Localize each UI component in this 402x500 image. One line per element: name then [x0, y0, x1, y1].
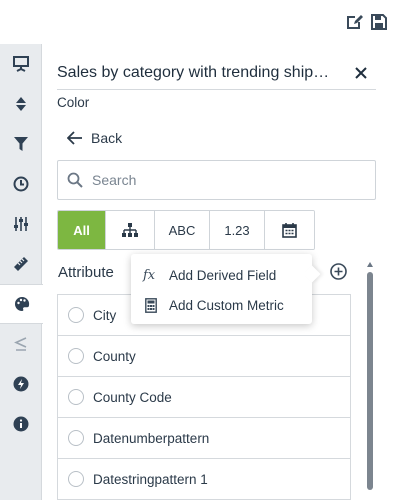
filter-date-button[interactable] [265, 211, 314, 249]
search-icon [58, 161, 92, 199]
list-item-label: County Code [93, 389, 172, 405]
calendar-icon [282, 222, 297, 238]
top-toolbar [0, 0, 402, 44]
add-button[interactable] [329, 262, 347, 280]
hierarchy-icon [122, 223, 138, 237]
menu-item-label: Add Derived Field [169, 267, 277, 283]
sliders-icon[interactable] [0, 204, 42, 244]
function-icon: fx [143, 267, 156, 283]
save-icon[interactable] [369, 12, 389, 32]
section-label: Attribute [58, 264, 114, 281]
radio-button[interactable] [68, 348, 84, 364]
ruler-icon[interactable] [0, 244, 42, 284]
radio-button[interactable] [68, 389, 84, 405]
list-item[interactable]: County Code [58, 377, 350, 418]
scrollbar[interactable] [365, 262, 375, 500]
list-item-label: City [93, 307, 117, 323]
filter-text-button[interactable]: ABC [155, 211, 210, 249]
less-equal-icon[interactable] [0, 324, 42, 364]
list-item-label: County [93, 348, 136, 364]
plus-circle-icon [329, 262, 347, 280]
filter-hierarchy-button[interactable] [106, 211, 155, 249]
add-field-popup: fx Add Derived Field Add Custom Metric [131, 254, 312, 324]
back-button[interactable]: Back [67, 128, 122, 148]
back-label: Back [91, 130, 123, 146]
filter-icon[interactable] [0, 124, 42, 164]
close-button[interactable] [351, 63, 371, 83]
list-item[interactable]: County [58, 336, 350, 377]
palette-icon[interactable] [0, 284, 43, 324]
sort-icon[interactable] [0, 84, 42, 124]
info-icon[interactable] [0, 404, 42, 444]
list-item[interactable]: Datestringpattern 1 [58, 459, 350, 500]
scrollbar-thumb[interactable] [367, 272, 373, 490]
presentation-icon[interactable] [0, 44, 42, 84]
radio-button[interactable] [68, 307, 84, 323]
list-item-label: Datestringpattern 1 [93, 471, 208, 487]
search-box [57, 160, 376, 200]
panel-subtitle: Color [57, 95, 90, 110]
calculator-icon [143, 297, 159, 313]
attribute-list: City County County Code Datenumberpatter… [57, 294, 351, 500]
lightning-icon[interactable] [0, 364, 42, 404]
radio-button[interactable] [68, 471, 84, 487]
clock-icon[interactable] [0, 164, 42, 204]
divider [57, 89, 376, 90]
list-item-label: Datenumberpattern [93, 430, 210, 446]
left-rail [0, 44, 43, 500]
radio-button[interactable] [68, 430, 84, 446]
search-input[interactable] [92, 172, 362, 188]
edit-export-icon[interactable] [344, 12, 364, 32]
menu-item-label: Add Custom Metric [169, 297, 284, 313]
add-derived-field-item[interactable]: fx Add Derived Field [131, 260, 312, 290]
filter-number-button[interactable]: 1.23 [210, 211, 265, 249]
type-filter-bar: All ABC 1.23 [57, 210, 315, 250]
arrow-left-icon [67, 131, 82, 145]
list-item[interactable]: Datenumberpattern [58, 418, 350, 459]
panel-title: Sales by category with trending ship… [57, 64, 330, 81]
close-icon [355, 67, 367, 79]
filter-all-button[interactable]: All [58, 211, 106, 249]
scroll-up-icon [367, 262, 373, 267]
add-custom-metric-item[interactable]: Add Custom Metric [131, 290, 312, 320]
